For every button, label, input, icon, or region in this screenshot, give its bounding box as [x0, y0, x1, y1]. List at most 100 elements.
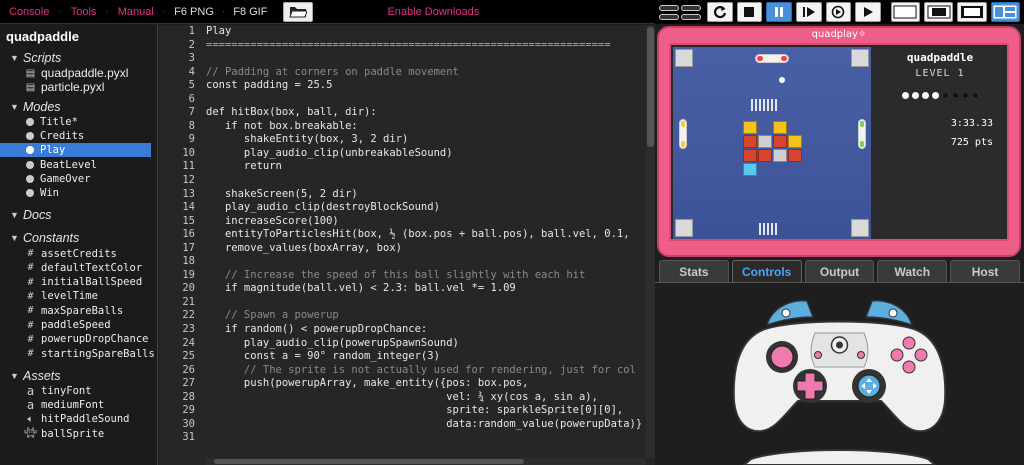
right-trigger-icon [888, 308, 898, 318]
step-button[interactable] [795, 2, 822, 22]
code-line[interactable]: ========================================… [206, 39, 646, 53]
tab-output[interactable]: Output [804, 260, 875, 282]
mode-item-play[interactable]: Play [0, 143, 151, 158]
script-item[interactable]: ▤ particle.pyxl [0, 80, 157, 94]
code-line[interactable] [206, 93, 646, 107]
mode-item-beatlevel[interactable]: BeatLevel [0, 157, 157, 171]
code-line[interactable]: // Spawn a powerup [206, 309, 646, 323]
code-line[interactable] [206, 431, 646, 445]
line-number: 8 [188, 119, 195, 132]
scrollbar-thumb[interactable] [647, 27, 654, 147]
code-line[interactable]: if magnitude(ball.vel) < 2.3: ball.vel *… [206, 282, 646, 296]
constant-item[interactable]: # powerupDropChance [0, 332, 157, 346]
layout-ide-button[interactable] [990, 2, 1020, 22]
line-number: 27 [182, 377, 195, 390]
constant-item[interactable]: # maxSpareBalls [0, 304, 157, 318]
open-folder-button[interactable] [283, 1, 314, 22]
constant-item[interactable]: # defaultTextColor [0, 261, 157, 275]
tab-stats[interactable]: Stats [659, 260, 729, 282]
left-stick[interactable] [770, 345, 794, 369]
menu-console[interactable]: Console [0, 0, 58, 24]
section-scripts[interactable]: ▼ Scripts [0, 46, 157, 66]
code-line[interactable] [206, 296, 646, 310]
code-line[interactable]: if not box.breakable: [206, 120, 646, 134]
pause-button[interactable] [766, 2, 792, 22]
asset-item[interactable]: 🔈︎ hitPaddleSound [0, 412, 157, 426]
code-line[interactable]: data:random_value(powerupData)} [206, 418, 646, 432]
code-line[interactable]: const padding = 25.5 [206, 79, 646, 93]
code-line[interactable]: push(powerupArray, make_entity({pos: box… [206, 377, 646, 391]
screenshot-png-button[interactable]: F6 PNG [166, 6, 222, 18]
debug-button[interactable] [825, 2, 852, 22]
play-button[interactable] [855, 2, 881, 22]
code-line[interactable]: // The sprite is not actually used for r… [206, 364, 646, 378]
mode-item-title[interactable]: Title* [0, 115, 157, 129]
record-gif-button[interactable]: F8 GIF [225, 6, 275, 18]
layout-large-button[interactable] [957, 2, 987, 22]
constant-item[interactable]: # assetCredits [0, 246, 157, 260]
game-hud: quadpaddle LEVEL 1 3:33.33 725 pts [875, 47, 1005, 239]
section-docs[interactable]: ▼ Docs [0, 200, 157, 223]
code-line[interactable]: const a = 90° random_integer(3) [206, 350, 646, 364]
code-line[interactable]: shakeEntity(box, 3, 2 dir) [206, 133, 646, 147]
menu-manual[interactable]: Manual [109, 0, 163, 24]
enable-downloads-link[interactable]: Enable Downloads [387, 6, 479, 18]
section-constants[interactable]: ▼ Constants [0, 223, 157, 246]
section-assets[interactable]: ▼ Assets [0, 361, 157, 384]
constant-item[interactable]: # initialBallSpeed [0, 275, 157, 289]
code-line[interactable]: Play [206, 25, 646, 39]
scrollbar-thumb[interactable] [214, 459, 524, 464]
game-screen[interactable]: quadpaddle LEVEL 1 3:33.33 725 pts [669, 43, 1009, 241]
code-line[interactable]: increaseScore(100) [206, 215, 646, 229]
code-editor[interactable]: 1 2 3 4 5 6 7 8 9 10 11 12 13 14 15 16 17 18 19 20 21 22 23 24 2… [159, 25, 655, 465]
emulator-panel: quadplay✧ quadpaddle LEVEL 1 3:33.33 725… [655, 24, 1024, 465]
code-line[interactable]: def hitBox(box, ball, dir): [206, 106, 646, 120]
horizontal-scrollbar[interactable] [206, 458, 646, 465]
code-line[interactable]: // Increase the speed of this ball sligh… [206, 269, 646, 283]
tab-controls[interactable]: Controls [731, 260, 802, 282]
menu-tools[interactable]: Tools [62, 0, 106, 24]
code-line[interactable]: play_audio_clip(unbreakableSound) [206, 147, 646, 161]
asset-item[interactable]: 👾︎ ballSprite [0, 427, 157, 441]
code-line[interactable]: entityToParticlesHit(box, ½ (box.pos + b… [206, 228, 646, 242]
face-button-top[interactable] [902, 336, 916, 350]
code-line[interactable]: shakeScreen(5, 2 dir) [206, 188, 646, 202]
code-line[interactable]: play_audio_clip(destroyBlockSound) [206, 201, 646, 215]
code-line[interactable]: // Padding at corners on paddle movement [206, 66, 646, 80]
code-line[interactable]: sprite: sparkleSprite[0][0], [206, 404, 646, 418]
tab-watch[interactable]: Watch [877, 260, 948, 282]
face-button-left[interactable] [890, 348, 904, 362]
line-number: 30 [182, 417, 195, 430]
start-button[interactable] [857, 351, 865, 359]
mode-item-gameover[interactable]: GameOver [0, 172, 157, 186]
code-line[interactable]: play_audio_clip(powerupSpawnSound) [206, 337, 646, 351]
vertical-scrollbar[interactable] [646, 25, 655, 458]
code-line[interactable]: vel: ¾ xy(cos a, sin a), [206, 391, 646, 405]
project-title[interactable]: quadpaddle [0, 25, 157, 46]
layout-medium-button[interactable] [924, 2, 954, 22]
layout-small-button[interactable] [890, 2, 921, 22]
code-line[interactable] [206, 255, 646, 269]
code-line[interactable]: remove_values(boxArray, box) [206, 242, 646, 256]
constant-item[interactable]: # levelTime [0, 289, 157, 303]
code-line[interactable]: if random() < powerupDropChance: [206, 323, 646, 337]
constant-item[interactable]: # startingSpareBalls [0, 346, 157, 360]
mode-item-credits[interactable]: Credits [0, 129, 157, 143]
select-button[interactable] [814, 351, 822, 359]
section-modes[interactable]: ▼ Modes [0, 95, 157, 115]
code-line[interactable]: return [206, 160, 646, 174]
stop-button[interactable] [736, 2, 763, 22]
restart-button[interactable] [707, 2, 733, 22]
code-line[interactable] [206, 52, 646, 66]
constant-item[interactable]: # paddleSpeed [0, 318, 157, 332]
mode-item-win[interactable]: Win [0, 186, 157, 200]
face-button-bottom[interactable] [902, 360, 916, 374]
code-line[interactable] [206, 174, 646, 188]
asset-item[interactable]: a mediumFont [0, 398, 157, 412]
asset-item[interactable]: a tinyFont [0, 384, 157, 398]
tab-host[interactable]: Host [950, 260, 1020, 282]
chevron-down-icon: ▼ [10, 210, 19, 221]
face-button-right[interactable] [914, 348, 928, 362]
script-item[interactable]: ▤ quadpaddle.pyxl [0, 66, 157, 80]
code-area[interactable]: Play ====================================… [206, 25, 646, 458]
